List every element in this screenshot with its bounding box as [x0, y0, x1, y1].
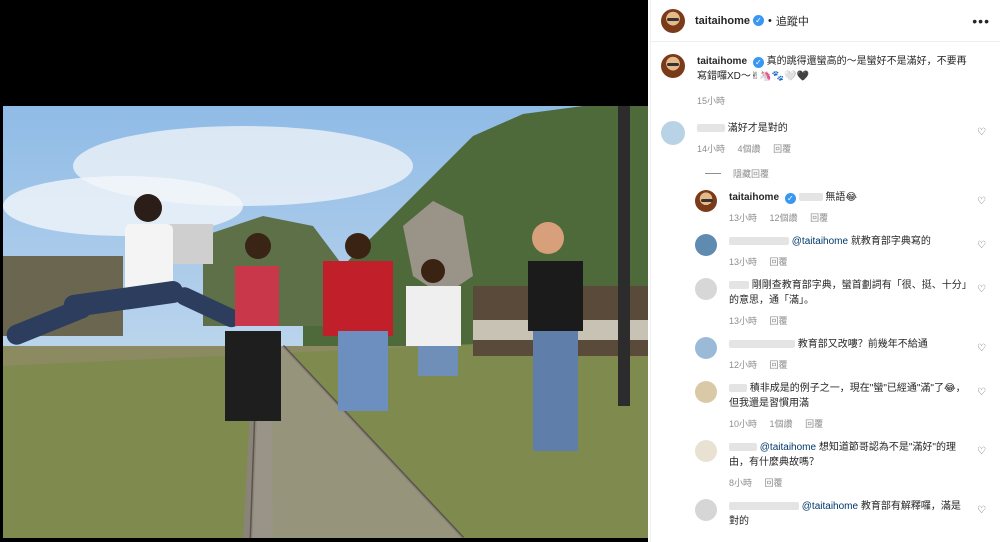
username[interactable]: taitaihome [695, 15, 750, 27]
redacted-username [729, 237, 789, 246]
avatar[interactable] [695, 337, 717, 359]
avatar[interactable] [661, 54, 685, 78]
reply-mention[interactable]: @taitaihome [792, 236, 848, 247]
comments-panel: taitaihome ✓ • 追蹤中 ••• taitaihome ✓ 真的跳得… [650, 0, 1000, 542]
like-count[interactable]: 1個讚 [770, 419, 793, 429]
comment-meta: 14小時 4個讚 回覆 [697, 142, 970, 157]
caption-username[interactable]: taitaihome [697, 56, 747, 67]
avatar[interactable] [695, 234, 717, 256]
heart-icon[interactable]: ♡ [977, 446, 986, 457]
like-count[interactable]: 12個讚 [770, 213, 798, 223]
divider [705, 173, 721, 174]
timestamp[interactable]: 14小時 [697, 144, 725, 154]
following-button[interactable]: 追蹤中 [776, 13, 809, 29]
timestamp[interactable]: 13小時 [729, 316, 757, 326]
timestamp[interactable]: 12小時 [729, 360, 757, 370]
reply-button[interactable]: 回覆 [805, 419, 823, 429]
comment-thread: taitaihome ✓ 真的跳得還蠻高的～是蠻好不是滿好，不要再寫錯囉XD～✌… [651, 42, 1000, 529]
heart-icon[interactable]: ♡ [977, 127, 986, 138]
reply-button[interactable]: 回覆 [770, 360, 788, 370]
separator-dot: • [768, 14, 772, 27]
reply: 積非成是的例子之一，現在"蠻"已經通"滿"了😂，但我還是習慣用滿 10小時 1個… [695, 381, 990, 432]
redacted-username [729, 384, 747, 393]
reply-username[interactable]: taitaihome [729, 192, 779, 203]
reply-meta: 13小時 回覆 [729, 255, 970, 270]
reply-text: 就教育部字典寫的 [850, 236, 931, 247]
post-header: taitaihome ✓ • 追蹤中 ••• [651, 0, 1000, 42]
avatar[interactable] [695, 278, 717, 300]
caption-meta: 15小時 [697, 94, 970, 109]
timestamp[interactable]: 15小時 [697, 96, 725, 106]
verified-icon: ✓ [753, 15, 765, 26]
reply: taitaihome ✓ 無語😂 13小時 12個讚 回覆 ♡ [695, 190, 990, 226]
reply-button[interactable]: 回覆 [770, 257, 788, 267]
caption: taitaihome ✓ 真的跳得還蠻高的～是蠻好不是滿好，不要再寫錯囉XD～✌… [661, 54, 990, 109]
avatar[interactable] [695, 190, 717, 212]
like-count[interactable]: 4個讚 [738, 144, 761, 154]
reply: @taitaihome 教育部有解釋囉，滿是對的 ♡ [695, 499, 990, 529]
reply: 剛剛查教育部字典，蠻首劃詞有「很、挺、十分」的意思，通「滿」。 13小時 回覆 … [695, 278, 990, 329]
avatar[interactable] [695, 499, 717, 521]
reply: @taitaihome 就教育部字典寫的 13小時 回覆 ♡ [695, 234, 990, 270]
reply-meta: 13小時 回覆 [729, 314, 970, 329]
redacted-username [729, 443, 757, 452]
heart-icon[interactable]: ♡ [977, 505, 986, 516]
replies-list: taitaihome ✓ 無語😂 13小時 12個讚 回覆 ♡ @taitaih… [695, 190, 990, 529]
redacted-username [729, 502, 799, 511]
reply-button[interactable]: 回覆 [765, 478, 783, 488]
hide-replies-label: 隱藏回覆 [733, 169, 770, 179]
heart-icon[interactable]: ♡ [977, 343, 986, 354]
verified-icon: ✓ [784, 193, 796, 204]
group-jump-photo [3, 106, 648, 538]
redacted-mention [798, 193, 823, 202]
avatar[interactable] [661, 8, 685, 33]
reply: @taitaihome 想知道節哥認為不是"滿好"的理由，有什麼典故嗎？ 8小時… [695, 440, 990, 491]
heart-icon[interactable]: ♡ [977, 196, 986, 207]
reply-text: 無語😂 [825, 192, 858, 203]
reply-mention[interactable]: @taitaihome [760, 442, 816, 453]
avatar[interactable] [695, 440, 717, 462]
timestamp[interactable]: 8小時 [729, 478, 752, 488]
reply-meta: 13小時 12個讚 回覆 [729, 211, 970, 226]
reply-text: 積非成是的例子之一，現在"蠻"已經通"滿"了😂，但我還是習慣用滿 [729, 383, 966, 409]
post-media [0, 0, 648, 542]
heart-icon[interactable]: ♡ [977, 284, 986, 295]
reply-text: 剛剛查教育部字典，蠻首劃詞有「很、挺、十分」的意思，通「滿」。 [729, 280, 967, 306]
reply: 教育部又改嘍？前幾年不給通 12小時 回覆 ♡ [695, 337, 990, 373]
comment: 滿好才是對的 14小時 4個讚 回覆 ♡ [661, 121, 990, 157]
post-modal: taitaihome ✓ • 追蹤中 ••• taitaihome ✓ 真的跳得… [0, 0, 1000, 542]
more-options-icon[interactable]: ••• [972, 13, 990, 29]
avatar[interactable] [661, 121, 685, 145]
reply-mention[interactable]: @taitaihome [802, 501, 858, 512]
heart-icon[interactable]: ♡ [977, 387, 986, 398]
reply-button[interactable]: 回覆 [773, 144, 791, 154]
reply-meta: 12小時 回覆 [729, 358, 970, 373]
redacted-username [729, 340, 795, 349]
timestamp[interactable]: 13小時 [729, 257, 757, 267]
timestamp[interactable]: 10小時 [729, 419, 757, 429]
avatar[interactable] [695, 381, 717, 403]
reply-meta: 8小時 回覆 [729, 476, 970, 491]
heart-icon[interactable]: ♡ [977, 240, 986, 251]
reply-text: 教育部又改嘍？前幾年不給通 [797, 339, 928, 350]
reply-meta: 10小時 1個讚 回覆 [729, 417, 970, 432]
redacted-username [697, 124, 725, 133]
post-photo[interactable] [3, 106, 648, 538]
verified-icon: ✓ [752, 57, 764, 68]
timestamp[interactable]: 13小時 [729, 213, 757, 223]
comment-text: 滿好才是對的 [727, 123, 788, 134]
reply-button[interactable]: 回覆 [810, 213, 828, 223]
hide-replies-button[interactable]: 隱藏回覆 [705, 167, 990, 180]
reply-button[interactable]: 回覆 [770, 316, 788, 326]
redacted-username [729, 281, 749, 290]
